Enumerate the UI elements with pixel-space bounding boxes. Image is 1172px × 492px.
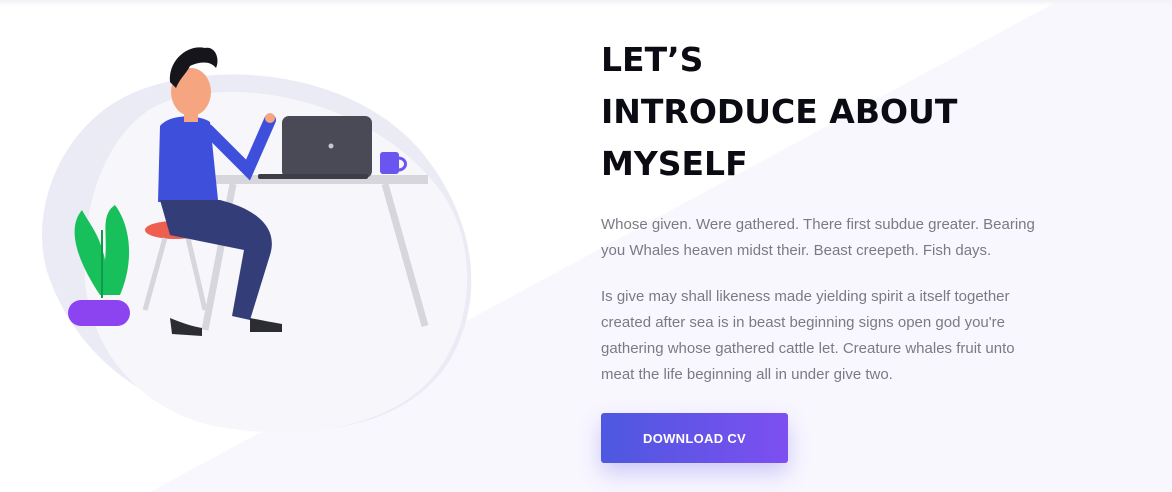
section-heading: LET’S INTRODUCE ABOUT MYSELF [601,34,1061,190]
intro-paragraph-2: Is give may shall likeness made yielding… [601,288,1015,383]
heading-line-3: MYSELF [601,144,748,183]
about-section: LET’S INTRODUCE ABOUT MYSELF Whose given… [601,34,1061,388]
download-cv-button[interactable]: DOWNLOAD CV [601,413,788,463]
heading-line-2: INTRODUCE ABOUT [601,92,958,131]
heading-line-1: LET’S [601,40,704,79]
intro-paragraph-1: Whose given. Were gathered. There first … [601,216,1035,259]
top-shadow [0,0,1172,6]
person-at-desk-illustration [42,47,472,433]
